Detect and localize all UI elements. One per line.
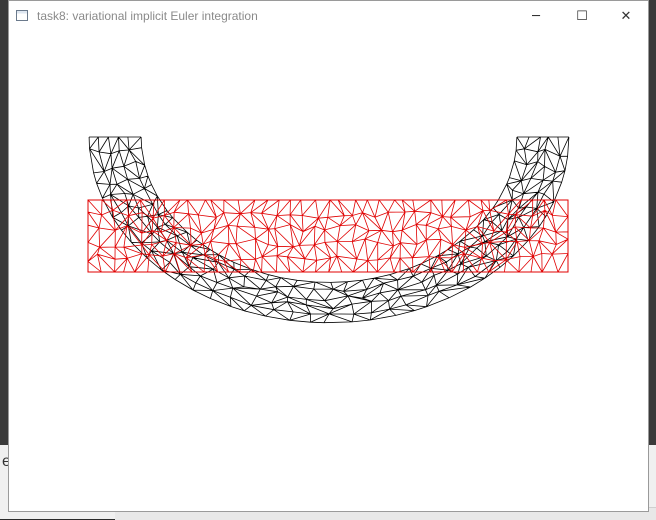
app-window-icon — [16, 10, 28, 21]
render-canvas[interactable] — [9, 32, 648, 511]
minimize-icon: ─ — [532, 9, 540, 24]
desktop: e task8: variational implicit Euler inte… — [0, 0, 656, 520]
maximize-button[interactable]: ☐ — [559, 1, 605, 32]
minimize-button[interactable]: ─ — [513, 1, 559, 32]
close-icon: ✕ — [620, 9, 632, 24]
window-title: task8: variational implicit Euler integr… — [37, 9, 258, 23]
title-bar[interactable]: task8: variational implicit Euler integr… — [9, 1, 648, 32]
simulation-view — [87, 136, 570, 324]
app-window: task8: variational implicit Euler integr… — [8, 0, 649, 512]
mesh-edges — [88, 136, 570, 324]
maximize-icon: ☐ — [576, 9, 588, 24]
deformed-mesh — [88, 136, 570, 324]
close-button[interactable]: ✕ — [603, 1, 649, 32]
